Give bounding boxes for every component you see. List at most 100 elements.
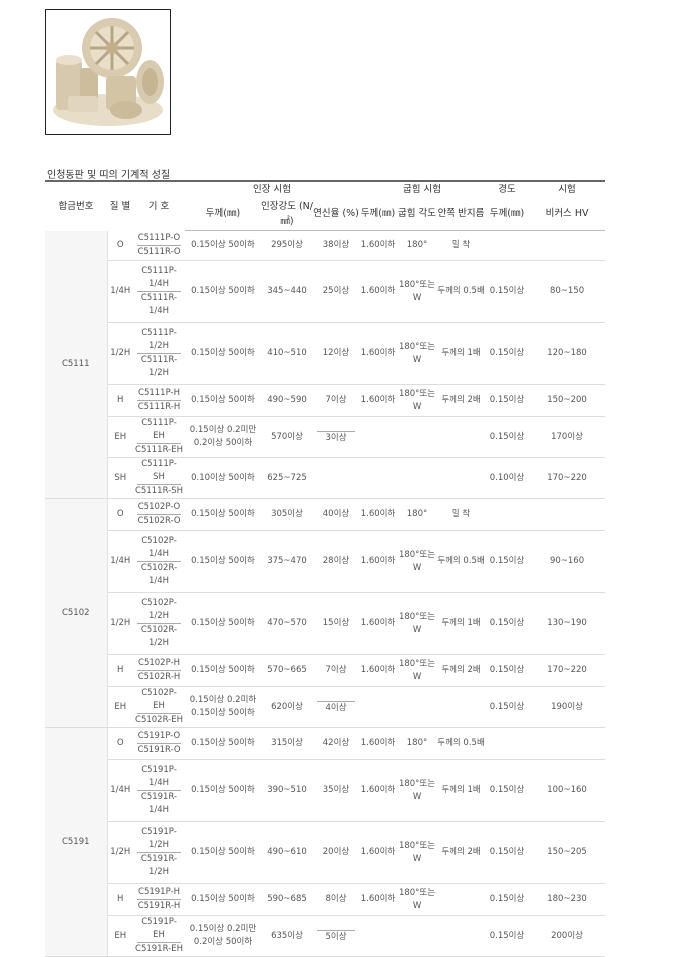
hard-thickness-cell: 0.15이상 — [485, 821, 530, 884]
thickness-cell: 0.15이상 50이하 — [185, 654, 261, 687]
inner-radius-cell: 두께의 2배 — [437, 821, 486, 884]
thickness-value-2: 0.2이상 50이하 — [193, 438, 253, 448]
thickness-cell: 0.15이상 0.2미만 0.2이상 50이하 — [185, 915, 261, 957]
vickers-cell: 120~180 — [529, 322, 606, 385]
strength-cell: 345~440 — [261, 260, 313, 323]
symbol-cell: C5102P-H C5102R-H — [133, 654, 185, 687]
symbol-p: C5191P-O — [137, 730, 181, 744]
table-row: 1/2H C5102P-1/2H C5102R-1/2H 0.15이상 50이하 470… — [45, 592, 606, 655]
col-bend-thickness: 두께(㎜) — [359, 197, 398, 231]
elongation-cell: 15이상 — [313, 592, 360, 655]
thickness-cell: 0.15이상 50이하 — [185, 498, 261, 531]
elongation-value: 25이상 — [322, 286, 350, 296]
symbol-r: C5102R-1/4H — [140, 563, 178, 586]
symbol-r: C5191R-1/4H — [140, 792, 178, 815]
thickness-cell: 0.15이상 50이하 — [185, 230, 261, 261]
symbol-r: C5102R-O — [137, 516, 181, 526]
elongation-cell: 42이상 — [313, 727, 360, 760]
symbol-p: C5102P-1/2H — [137, 597, 181, 624]
elongation-cell: 12이상 — [313, 322, 360, 385]
symbol-r: C5111R-EH — [135, 445, 183, 455]
strength-cell: 470~570 — [261, 592, 313, 655]
table-row: EH C5191P-EH C5191R-EH 0.15이상 0.2미만 0.2이상 50… — [45, 915, 606, 957]
hard-thickness-cell: 0.15이상 — [485, 384, 530, 417]
symbol-p: C5102P-H — [137, 657, 181, 671]
symbol-cell: C5191P-1/4H C5191R-1/4H — [133, 759, 185, 822]
vickers-cell: 90~160 — [529, 530, 606, 593]
alloy-cell: C5191 — [45, 727, 108, 957]
table-row: 1/4H C5191P-1/4H C5191R-1/4H 0.15이상 50이하 390… — [45, 759, 606, 822]
inner-radius-cell — [437, 915, 486, 957]
elongation-value: 40이상 — [322, 509, 350, 519]
vickers-cell: 150~205 — [529, 821, 606, 884]
hard-thickness-cell: 0.15이상 — [485, 686, 530, 728]
bend-thickness-cell: 1.60이하 — [359, 759, 398, 822]
bend-angle-cell — [397, 457, 438, 499]
col-thickness: 두께(㎜) — [185, 197, 261, 231]
table-row: 1/2H C5111P-1/2H C5111R-1/2H 0.15이상 50이하 410… — [45, 322, 606, 385]
elongation-value: 12이상 — [322, 348, 350, 358]
symbol-r: C5191R-1/2H — [140, 854, 178, 877]
bend-angle-cell: 180°또는 W — [397, 759, 438, 822]
thickness-cell: 0.15이상 50이하 — [185, 883, 261, 916]
symbol-r: C5102R-1/2H — [140, 625, 178, 648]
table-row: H C5111P-H C5111R-H 0.15이상 50이하 490~590 7이상 1.… — [45, 384, 606, 417]
elongation-value: 15이상 — [322, 618, 350, 628]
vickers-cell: 170~220 — [529, 457, 606, 499]
elongation-value: 7이상 — [325, 665, 347, 675]
thickness-value: 0.15이상 0.2미만 — [189, 425, 257, 435]
col-hard-thickness: 두께(㎜) — [485, 197, 530, 231]
temper-cell: H — [107, 883, 133, 916]
elongation-cell: 8이상 — [313, 883, 360, 916]
vickers-cell: 150~200 — [529, 384, 606, 417]
col-tensile-group: 인장 시험 — [185, 180, 360, 197]
col-elongation: 연신율 (%) — [313, 197, 360, 231]
thickness-value-2: 0.2이상 50이하 — [193, 937, 253, 947]
hard-thickness-cell — [485, 230, 530, 261]
inner-radius-cell: 두께의 0.5배 — [437, 530, 486, 593]
thickness-cell: 0.15이상 50이하 — [185, 384, 261, 417]
thickness-value: 0.15이상 50이하 — [191, 509, 255, 519]
temper-cell: EH — [107, 915, 133, 957]
symbol-p: C5191P-H — [137, 886, 181, 900]
thickness-value: 0.15이상 50이하 — [191, 785, 255, 795]
vickers-cell — [529, 230, 606, 261]
table-body: C5111 O C5111P-O C5111R-O 0.15이상 50이하 295이상 38… — [45, 230, 606, 957]
thickness-value: 0.15이상 50이하 — [191, 894, 255, 904]
thickness-value: 0.15이상 50이하 — [191, 738, 255, 748]
symbol-r: C5111R-SH — [135, 486, 183, 496]
bend-angle-cell — [397, 915, 438, 957]
inner-radius-cell — [437, 416, 486, 458]
symbol-cell: C5111P-SH C5111R-SH — [133, 457, 185, 499]
bend-thickness-cell: 1.60이하 — [359, 322, 398, 385]
temper-cell: EH — [107, 686, 133, 728]
bend-angle-cell: 180°또는 W — [397, 322, 438, 385]
col-symbol: 기 호 — [133, 180, 185, 231]
temper-cell: SH — [107, 457, 133, 499]
inner-radius-cell: 밀 착 — [437, 498, 486, 531]
bend-angle-cell: 180°또는 W — [397, 654, 438, 687]
thickness-value-2: 0.15이상 50이하 — [191, 708, 255, 718]
elongation-cell: 20이상 — [313, 821, 360, 884]
elongation-cell — [313, 457, 360, 499]
elongation-cell: 35이상 — [313, 759, 360, 822]
col-alloy: 합금번호 — [45, 180, 107, 231]
hard-thickness-cell: 0.15이상 — [485, 322, 530, 385]
col-temper: 질 별 — [107, 180, 133, 231]
strength-cell: 620이상 — [261, 686, 313, 728]
vickers-cell: 200이상 — [529, 915, 606, 957]
bend-angle-cell: 180° — [397, 230, 438, 261]
symbol-cell: C5191P-1/2H C5191R-1/2H — [133, 821, 185, 884]
strength-cell: 590~685 — [261, 883, 313, 916]
strength-cell: 490~610 — [261, 821, 313, 884]
hard-thickness-cell: 0.15이상 — [485, 915, 530, 957]
thickness-value: 0.15이상 50이하 — [191, 618, 255, 628]
bend-angle-cell: 180°또는 W — [397, 384, 438, 417]
temper-cell: EH — [107, 416, 133, 458]
elongation-cell: 5이상 — [313, 915, 360, 957]
symbol-p: C5111P-H — [137, 387, 181, 401]
thickness-value: 0.15이상 50이하 — [191, 348, 255, 358]
symbol-cell: C5102P-EH C5102R-EH — [133, 686, 185, 728]
thickness-value: 0.10이상 50이하 — [191, 472, 255, 483]
symbol-p: C5111P-1/4H — [137, 265, 181, 292]
